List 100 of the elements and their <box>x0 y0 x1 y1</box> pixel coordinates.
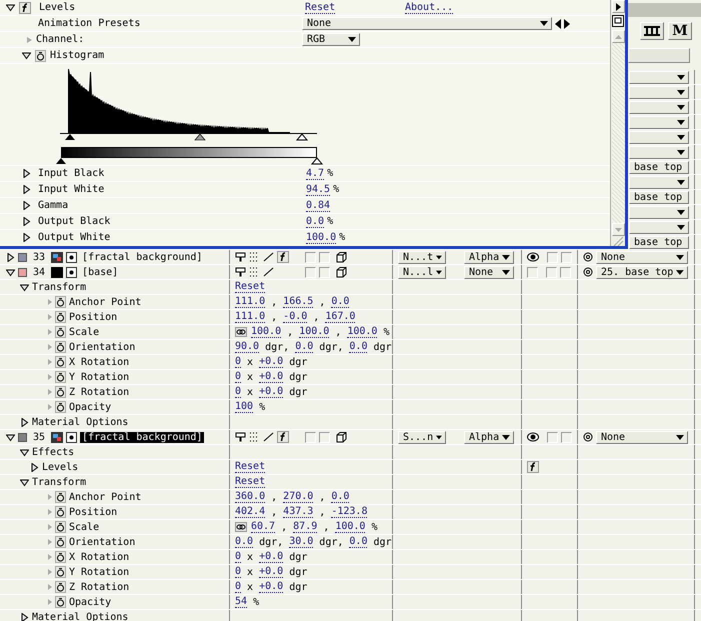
parent-dropdown[interactable] <box>629 206 689 218</box>
value-link[interactable]: 0 <box>235 386 242 398</box>
value-link[interactable]: +0.0 <box>259 371 284 383</box>
switch-box[interactable] <box>561 432 572 442</box>
switch-box[interactable] <box>319 266 330 278</box>
value-link[interactable]: 90.0 <box>235 341 260 353</box>
stopwatch-icon[interactable] <box>55 506 66 518</box>
value-link[interactable]: +0.0 <box>259 566 284 578</box>
window-icon[interactable] <box>612 15 624 27</box>
effect-icon[interactable] <box>277 251 289 263</box>
pickwhip-icon[interactable] <box>583 432 593 442</box>
quality-switch-icon[interactable] <box>249 432 260 442</box>
value-link[interactable]: 402.4 <box>235 506 266 518</box>
value-link[interactable]: 0 <box>235 581 242 593</box>
expanded-triangle-icon[interactable] <box>6 3 15 12</box>
value-link[interactable]: 0.0 <box>235 536 254 548</box>
value-link[interactable]: 0.0 <box>349 341 368 353</box>
effect-icon[interactable] <box>527 461 539 473</box>
switch-box[interactable] <box>561 252 572 262</box>
parent-dropdown[interactable]: base top <box>629 190 689 204</box>
parent-dropdown[interactable]: base top <box>629 236 689 248</box>
chain-link-icon[interactable] <box>235 522 247 532</box>
collapsed-triangle-icon[interactable] <box>22 201 31 210</box>
stopwatch-icon[interactable] <box>55 551 66 563</box>
mode-dropdown[interactable]: N...l <box>398 266 446 278</box>
collapsed-triangle-icon[interactable] <box>22 185 31 194</box>
value-link[interactable]: 100.0 <box>251 326 282 338</box>
shy-switch-icon[interactable] <box>235 252 246 262</box>
layer-name[interactable]: [fractal background] <box>80 252 204 262</box>
label-color-swatch[interactable] <box>18 252 27 262</box>
collapsed-triangle-icon[interactable] <box>22 233 31 242</box>
value-link[interactable]: 87.9 <box>293 521 318 533</box>
switch-box[interactable] <box>547 252 558 262</box>
value-link[interactable]: +0.0 <box>259 386 284 398</box>
value-link[interactable]: 0.0 <box>331 491 350 503</box>
cube-icon[interactable] <box>336 432 347 442</box>
slash-switch-icon[interactable] <box>263 252 274 262</box>
stopwatch-icon[interactable] <box>55 596 66 608</box>
value-link[interactable]: 100.0 <box>347 326 378 338</box>
parent-dropdown[interactable] <box>629 70 689 84</box>
value-link[interactable]: 0.84 <box>306 200 330 212</box>
value-link[interactable]: +0.0 <box>259 581 284 593</box>
switch-box[interactable] <box>560 266 571 278</box>
stopwatch-icon[interactable] <box>55 371 66 383</box>
stopwatch-icon[interactable] <box>55 521 66 533</box>
label-color-swatch[interactable] <box>18 268 27 276</box>
value-link[interactable]: 100 <box>235 401 254 413</box>
value-link[interactable]: 60.7 <box>251 521 276 533</box>
value-link[interactable]: 111.0 <box>235 311 266 323</box>
mode-dropdown[interactable]: S...n <box>398 430 446 444</box>
stopwatch-icon[interactable] <box>55 386 66 398</box>
input-high-slider-handle[interactable] <box>296 133 308 140</box>
value-link[interactable]: -123.8 <box>331 506 368 518</box>
expanded-triangle-icon[interactable] <box>6 268 15 276</box>
parent-dropdown[interactable]: 25. base top <box>596 266 688 278</box>
switch-box[interactable] <box>547 432 558 442</box>
value-link[interactable]: 30.0 <box>289 536 314 548</box>
switch-box[interactable] <box>319 432 330 442</box>
motion-blur-button[interactable]: M <box>668 22 692 40</box>
switch-box[interactable] <box>305 266 316 278</box>
parent-dropdown[interactable]: None <box>596 250 688 264</box>
effect-icon[interactable] <box>277 431 289 443</box>
mode-dropdown[interactable]: N...t <box>398 250 446 264</box>
value-link[interactable]: 0.0 <box>349 536 368 548</box>
reset-link[interactable]: Reset <box>235 281 266 293</box>
visibility-box[interactable] <box>527 266 538 278</box>
collapsed-triangle-icon[interactable] <box>6 252 15 262</box>
value-link[interactable]: -0.0 <box>283 311 308 323</box>
stopwatch-icon[interactable] <box>55 581 66 593</box>
cube-icon[interactable] <box>336 266 347 278</box>
value-link[interactable]: 54 <box>235 596 248 608</box>
presets-dropdown[interactable]: None <box>302 17 552 30</box>
cube-icon[interactable] <box>336 252 347 262</box>
output-high-slider-handle[interactable] <box>310 157 324 164</box>
scroll-down-button[interactable] <box>612 223 624 236</box>
value-link[interactable]: +0.0 <box>259 356 284 368</box>
effect-icon[interactable] <box>19 2 31 14</box>
reset-link[interactable]: Reset <box>305 2 336 14</box>
switch-box[interactable] <box>319 252 330 262</box>
value-link[interactable]: 166.5 <box>283 296 314 308</box>
frame-blending-button[interactable] <box>640 22 664 40</box>
stopwatch-icon[interactable] <box>55 326 66 338</box>
panel-menu-button[interactable] <box>612 0 624 13</box>
shy-switch-icon[interactable] <box>235 432 246 442</box>
parent-dropdown[interactable] <box>629 116 689 128</box>
label-color-swatch[interactable] <box>18 432 27 442</box>
stopwatch-icon[interactable] <box>55 491 66 503</box>
value-link[interactable]: 4.7 <box>306 168 324 180</box>
reset-link[interactable]: Reset <box>235 476 266 488</box>
switch-box[interactable] <box>305 252 316 262</box>
track-matte-dropdown[interactable]: Alpha <box>464 250 514 264</box>
value-link[interactable]: 167.0 <box>325 311 356 323</box>
value-link[interactable]: 270.0 <box>283 491 314 503</box>
parent-dropdown[interactable] <box>629 130 689 144</box>
slash-switch-icon[interactable] <box>263 432 274 442</box>
collapsed-triangle-icon[interactable] <box>30 462 39 472</box>
expanded-triangle-icon[interactable] <box>20 282 29 292</box>
parent-dropdown[interactable] <box>629 100 689 114</box>
value-link[interactable]: 0 <box>235 356 242 368</box>
collapsed-triangle-icon[interactable] <box>20 418 29 426</box>
